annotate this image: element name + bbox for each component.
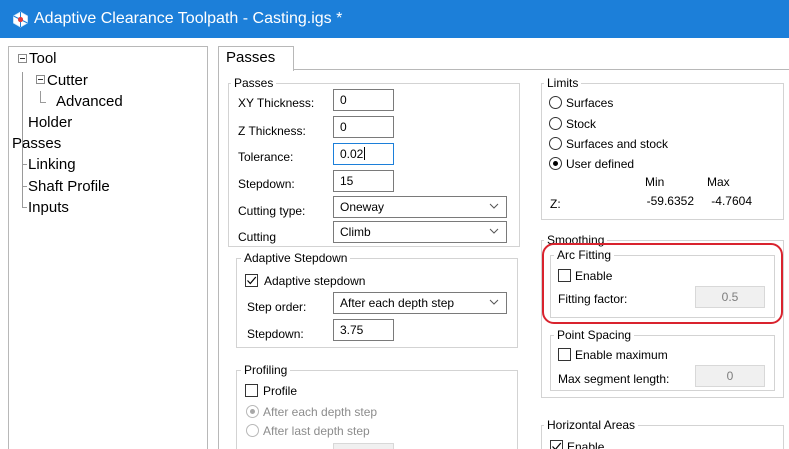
after-last-depth-label: After last depth step (263, 424, 370, 438)
tree-item-cutter[interactable]: Cutter (47, 72, 88, 90)
after-each-depth-label: After each depth step (263, 405, 378, 419)
passes-group-title: Passes (231, 76, 277, 90)
adaptive-stepdown-checkbox[interactable] (245, 274, 258, 287)
adaptive-stepdown-label: Adaptive stepdown (264, 274, 366, 288)
tree-item-inputs[interactable]: Inputs (28, 199, 69, 217)
tree-item-shaft-profile[interactable]: Shaft Profile (28, 178, 110, 196)
limits-surfaces-and-stock-label: Surfaces and stock (566, 137, 669, 151)
limits-group-title: Limits (544, 76, 582, 90)
limits-z-min-value: -59.6352 (646, 194, 694, 208)
limits-min-header: Min (645, 175, 665, 189)
horizontal-areas-group-title: Horizontal Areas (544, 418, 639, 432)
limits-surfaces-and-stock-radio[interactable] (549, 137, 562, 150)
xy-thickness-label: XY Thickness: (238, 96, 315, 110)
tree-connector-line (40, 102, 46, 103)
chevron-down-icon (489, 299, 499, 305)
after-last-depth-radio[interactable] (246, 424, 259, 437)
limits-z-max-value: -4.7604 (711, 194, 752, 208)
chevron-down-icon (489, 228, 499, 234)
horizontal-areas-enable-checkbox[interactable] (550, 440, 563, 449)
chevron-down-icon (489, 203, 499, 209)
z-thickness-label: Z Thickness: (238, 124, 306, 138)
app-logo-icon (13, 11, 28, 28)
tab-passes[interactable]: Passes (218, 46, 294, 71)
cutting-type-select[interactable]: Oneway (333, 196, 507, 218)
point-spacing-enable-checkbox[interactable] (558, 348, 571, 361)
xy-thickness-field[interactable]: 0 (333, 89, 394, 111)
tree-item-holder[interactable]: Holder (28, 114, 72, 132)
z-thickness-field[interactable]: 0 (333, 116, 394, 138)
profile-value-field[interactable] (333, 443, 394, 449)
horizontal-areas-enable-label: Enable (567, 440, 605, 449)
point-spacing-enable-label: Enable maximum (575, 348, 668, 362)
title-bar: Adaptive Clearance Toolpath - Casting.ig… (0, 0, 789, 38)
limits-user-defined-label: User defined (566, 157, 635, 171)
checkmark-icon (247, 276, 257, 285)
tool-expander-icon[interactable] (18, 54, 27, 63)
cutter-expander-icon[interactable] (36, 75, 45, 84)
window-title: Adaptive Clearance Toolpath - Casting.ig… (34, 10, 343, 27)
tolerance-value: 0.02 (340, 147, 364, 161)
cutting-type-value: Oneway (340, 200, 385, 214)
tree-item-tool[interactable]: Tool (29, 50, 57, 68)
arc-fitting-highlight (542, 243, 783, 324)
point-spacing-group-title: Point Spacing (554, 328, 635, 342)
profiling-group-title: Profiling (241, 363, 291, 377)
tab-strip: Passes (216, 46, 789, 71)
limits-max-header: Max (707, 175, 730, 189)
tree-item-linking[interactable]: Linking (28, 156, 76, 174)
adaptive-stepdown-value-label: Stepdown: (247, 327, 304, 341)
step-order-value: After each depth step (340, 296, 455, 310)
tolerance-label: Tolerance: (238, 150, 294, 164)
profile-checkbox[interactable] (245, 384, 258, 397)
limits-surfaces-radio[interactable] (549, 96, 562, 109)
max-segment-length-label: Max segment length: (558, 372, 670, 386)
limits-surfaces-label: Surfaces (566, 96, 614, 110)
profile-label: Profile (263, 384, 298, 398)
limits-stock-label: Stock (566, 117, 597, 131)
adaptive-stepdown-field[interactable]: 3.75 (333, 319, 394, 341)
tree-connector-line (22, 186, 27, 187)
cutting-type-label: Cutting type: (238, 204, 306, 218)
tree-connector-line (22, 164, 27, 165)
stepdown-label: Stepdown: (238, 177, 295, 191)
limits-z-label: Z: (550, 197, 561, 211)
cutting-label: Cutting (238, 230, 277, 244)
checkmark-icon (552, 442, 562, 449)
tree-item-advanced[interactable]: Advanced (56, 93, 123, 111)
max-segment-length-field[interactable]: 0 (695, 365, 765, 387)
limits-stock-radio[interactable] (549, 117, 562, 130)
tolerance-field[interactable]: 0.02 (333, 143, 394, 165)
limits-user-defined-radio[interactable] (549, 157, 562, 170)
settings-tree: Tool Cutter Advanced Holder Passes Linki… (8, 46, 208, 449)
text-caret (364, 147, 366, 160)
adaptive-stepdown-group-title: Adaptive Stepdown (241, 251, 351, 265)
after-each-depth-radio[interactable] (246, 405, 259, 418)
tree-item-passes[interactable]: Passes (12, 135, 61, 153)
cutting-value: Climb (340, 225, 371, 239)
step-order-select[interactable]: After each depth step (333, 292, 507, 314)
tree-connector-line (40, 91, 41, 102)
tree-connector-line (22, 207, 27, 208)
stepdown-field[interactable]: 15 (333, 170, 394, 192)
step-order-label: Step order: (247, 300, 307, 314)
cutting-select[interactable]: Climb (333, 221, 507, 243)
